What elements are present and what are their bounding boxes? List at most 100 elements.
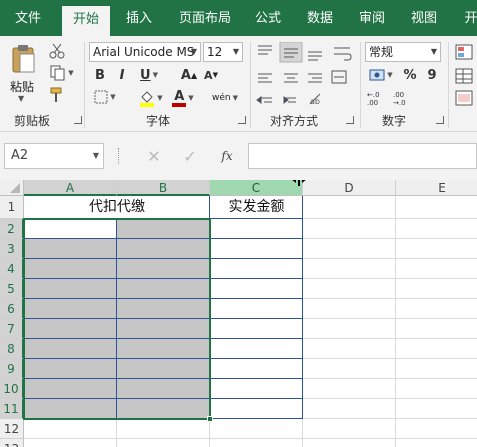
select-all-corner[interactable] <box>0 180 24 196</box>
cell-a5[interactable] <box>24 279 117 299</box>
cell-d1[interactable] <box>303 196 396 219</box>
row-header-9[interactable]: 9 <box>0 359 24 379</box>
row-header-8[interactable]: 8 <box>0 339 24 359</box>
enter-icon[interactable]: ✓ <box>178 146 202 166</box>
tab-view[interactable]: 视图 <box>402 0 446 36</box>
number-format-dropdown[interactable]: 常规 ▼ <box>365 42 441 62</box>
decrease-font-button[interactable]: A ▼ <box>202 66 220 84</box>
paste-dropdown-icon[interactable]: ▼ <box>18 94 24 103</box>
cell-b6[interactable] <box>117 299 210 319</box>
cell-d7[interactable] <box>303 319 396 339</box>
row-header-12[interactable]: 12 <box>0 419 24 439</box>
cell-b10[interactable] <box>117 379 210 399</box>
cut-button[interactable] <box>48 42 66 60</box>
cell-e10[interactable] <box>396 379 477 399</box>
cell-b8[interactable] <box>117 339 210 359</box>
cell-b12[interactable] <box>117 419 210 439</box>
cell-a3[interactable] <box>24 239 117 259</box>
cell-d2[interactable] <box>303 219 396 239</box>
cell-b7[interactable] <box>117 319 210 339</box>
column-header-b[interactable]: B <box>117 180 210 196</box>
row-header-6[interactable]: 6 <box>0 299 24 319</box>
cell-d4[interactable] <box>303 259 396 279</box>
cell-c12[interactable] <box>210 419 303 439</box>
cell-e7[interactable] <box>396 319 477 339</box>
cell-d5[interactable] <box>303 279 396 299</box>
cell-e8[interactable] <box>396 339 477 359</box>
column-header-a[interactable]: A <box>24 180 117 196</box>
row-header-2[interactable]: 2 <box>0 219 24 239</box>
cell-b5[interactable] <box>117 279 210 299</box>
cell-c11[interactable] <box>210 399 303 419</box>
row-header-5[interactable]: 5 <box>0 279 24 299</box>
cell-c3[interactable] <box>210 239 303 259</box>
cell-d6[interactable] <box>303 299 396 319</box>
paste-button[interactable] <box>8 42 38 76</box>
cell-a4[interactable] <box>24 259 117 279</box>
cell-styles-button[interactable] <box>454 88 474 108</box>
cell-e1[interactable] <box>396 196 477 219</box>
row-header-7[interactable]: 7 <box>0 319 24 339</box>
cell-c13[interactable] <box>210 439 303 447</box>
cell-d11[interactable] <box>303 399 396 419</box>
cell-d12[interactable] <box>303 419 396 439</box>
cell-b4[interactable] <box>117 259 210 279</box>
cell-a6[interactable] <box>24 299 117 319</box>
cell-c4[interactable] <box>210 259 303 279</box>
row-header-10[interactable]: 10 <box>0 379 24 399</box>
cell-b13[interactable] <box>117 439 210 447</box>
cell-e13[interactable] <box>396 439 477 447</box>
cell-d13[interactable] <box>303 439 396 447</box>
fill-color-button[interactable]: ▼ <box>138 88 164 108</box>
cell-c2[interactable] <box>210 219 303 239</box>
cell-e12[interactable] <box>396 419 477 439</box>
cell-a12[interactable] <box>24 419 117 439</box>
column-header-d[interactable]: D <box>303 180 396 196</box>
increase-decimal-button[interactable]: ←.0.00 <box>366 88 388 108</box>
cell-e11[interactable] <box>396 399 477 419</box>
format-as-table-button[interactable] <box>454 66 474 86</box>
bold-button[interactable]: B <box>92 66 108 84</box>
row-header-4[interactable]: 4 <box>0 259 24 279</box>
cell-d10[interactable] <box>303 379 396 399</box>
worksheet-grid[interactable]: A B C D E 1 2 3 4 5 6 7 8 9 10 11 12 13 … <box>0 180 477 447</box>
cell-c10[interactable] <box>210 379 303 399</box>
tab-formulas[interactable]: 公式 <box>246 0 290 36</box>
cell-c5[interactable] <box>210 279 303 299</box>
alignment-launcher-icon[interactable] <box>346 116 354 124</box>
cell-c8[interactable] <box>210 339 303 359</box>
cell-a8[interactable] <box>24 339 117 359</box>
cell-e3[interactable] <box>396 239 477 259</box>
name-box[interactable]: A2 ▼ <box>4 143 104 169</box>
underline-button[interactable]: U ▼ <box>136 66 162 84</box>
cell-e4[interactable] <box>396 259 477 279</box>
tab-page-layout[interactable]: 页面布局 <box>172 0 238 36</box>
cell-a13[interactable] <box>24 439 117 447</box>
tab-file[interactable]: 文件 <box>4 0 52 36</box>
fill-handle[interactable] <box>207 416 213 422</box>
tab-home[interactable]: 开始 <box>62 6 110 36</box>
clipboard-launcher-icon[interactable] <box>74 116 82 124</box>
cell-c6[interactable] <box>210 299 303 319</box>
italic-button[interactable]: I <box>114 66 130 84</box>
cell-a11[interactable] <box>24 399 117 419</box>
font-color-button[interactable]: A ▼ <box>170 88 196 108</box>
percent-button[interactable]: % <box>402 66 418 84</box>
comma-style-button[interactable]: 9 <box>424 66 440 84</box>
cell-a2[interactable] <box>24 219 117 239</box>
border-button[interactable]: ▼ <box>92 88 118 106</box>
font-name-dropdown[interactable]: Arial Unicode MS ▼ <box>89 42 201 62</box>
tab-review[interactable]: 审阅 <box>350 0 394 36</box>
cell-e6[interactable] <box>396 299 477 319</box>
tab-more[interactable]: 开 <box>456 0 477 36</box>
cell-e2[interactable] <box>396 219 477 239</box>
format-painter-button[interactable] <box>48 86 66 104</box>
cell-b2[interactable] <box>117 219 210 239</box>
cell-d3[interactable] <box>303 239 396 259</box>
insert-function-button[interactable]: fx <box>214 146 240 166</box>
formula-input[interactable] <box>248 143 477 169</box>
cell-b9[interactable] <box>117 359 210 379</box>
row-header-11[interactable]: 11 <box>0 399 24 419</box>
cell-a9[interactable] <box>24 359 117 379</box>
cell-d8[interactable] <box>303 339 396 359</box>
